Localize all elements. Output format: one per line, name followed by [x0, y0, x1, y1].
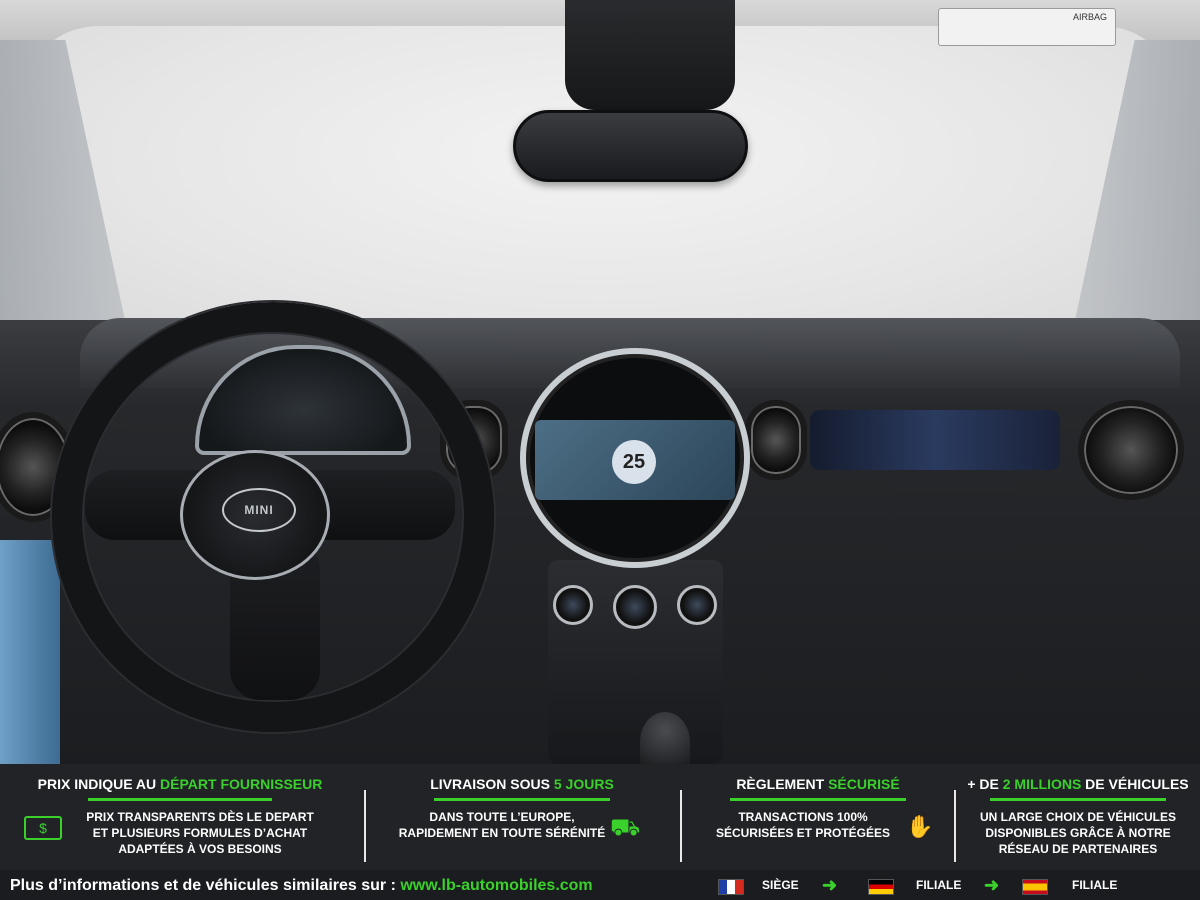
money-icon: $ — [24, 816, 62, 840]
body-line: ADAPTÉES À VOS BESOINS — [118, 842, 282, 856]
title-prefix: + DE — [967, 776, 1003, 792]
rearview-mirror — [513, 110, 748, 182]
body-line: ET PLUSIEURS FORMULES D’ACHAT — [92, 826, 308, 840]
title-highlight: SÉCURISÉ — [828, 776, 900, 792]
car-interior-photo: AIRBAG 25 MINI — [0, 0, 1200, 764]
climate-knob-center — [613, 585, 657, 629]
title-underline — [990, 798, 1166, 801]
handshake-icon: ✋ — [906, 814, 934, 839]
info-bar: PRIX INDIQUE AU DÉPART FOURNISSEUR PRIX … — [0, 764, 1200, 870]
divider — [680, 790, 682, 862]
title-underline — [88, 798, 272, 801]
divider — [954, 790, 956, 862]
body-line: DANS TOUTE L’EUROPE, — [429, 810, 575, 824]
title-prefix: PRIX INDIQUE AU — [37, 776, 161, 792]
info-column-title: + DE 2 MILLIONS DE VÉHICULES — [958, 764, 1198, 792]
mini-logo: MINI — [222, 488, 296, 532]
location-label-filiale-es: FILIALE — [1072, 878, 1118, 892]
dashboard-trim — [810, 410, 1060, 470]
info-column-title: RÈGLEMENT SÉCURISÉ — [688, 764, 948, 792]
footer-info-text: Plus d’informations et de véhicules simi… — [10, 877, 593, 895]
title-underline — [730, 798, 906, 801]
title-prefix: LIVRAISON SOUS — [430, 776, 554, 792]
door-panel — [0, 540, 60, 764]
location-label-siege: SIÈGE — [762, 878, 799, 892]
flag-france-icon — [718, 879, 744, 895]
overhead-console — [565, 0, 735, 110]
airbag-label-text: AIRBAG — [1072, 12, 1107, 22]
title-suffix: DE VÉHICULES — [1081, 776, 1189, 792]
title-highlight: 5 JOURS — [553, 776, 614, 792]
arrow-right-icon: ➜ — [822, 875, 838, 895]
air-vent-center-right — [745, 400, 807, 480]
info-column-title: PRIX INDIQUE AU DÉPART FOURNISSEUR — [10, 764, 350, 792]
body-line: RAPIDEMENT EN TOUTE SÉRÉNITÉ — [398, 826, 606, 840]
info-column-body: UN LARGE CHOIX DE VÉHICULES DISPONIBLES … — [958, 809, 1198, 857]
arrow-right-icon: ➜ — [984, 875, 1000, 895]
info-column-title: LIVRAISON SOUS 5 JOURS — [372, 764, 672, 792]
location-label-filiale-de: FILIALE — [916, 878, 962, 892]
title-highlight: 2 MILLIONS — [1002, 776, 1082, 792]
screen-date-widget: 25 — [612, 440, 656, 484]
info-column-delivery: LIVRAISON SOUS 5 JOURS DANS TOUTE L’EURO… — [372, 764, 672, 870]
footer-strip: Plus d’informations et de véhicules simi… — [0, 870, 1200, 900]
climate-knob-left — [553, 585, 593, 625]
website-link[interactable]: www.lb-automobiles.com — [400, 877, 592, 894]
flag-germany-icon — [868, 879, 894, 895]
title-highlight: DÉPART FOURNISSEUR — [160, 776, 323, 792]
body-line: TRANSACTIONS 100% — [738, 810, 868, 824]
body-line: SÉCURISÉES ET PROTÉGÉES — [715, 826, 891, 840]
air-vent-right — [1078, 400, 1184, 500]
body-line: DISPONIBLES GRÂCE À NOTRE — [985, 826, 1171, 840]
climate-knob-right — [677, 585, 717, 625]
info-column-price: PRIX INDIQUE AU DÉPART FOURNISSEUR PRIX … — [10, 764, 350, 870]
gear-shifter — [640, 712, 690, 764]
footer-text-prefix: Plus d’informations et de véhicules simi… — [10, 877, 401, 894]
title-underline — [434, 798, 610, 801]
body-line: PRIX TRANSPARENTS DÈS LE DEPART — [86, 810, 314, 824]
climate-controls — [553, 585, 718, 630]
airbag-warning-label: AIRBAG — [938, 8, 1116, 46]
body-line: UN LARGE CHOIX DE VÉHICULES — [979, 810, 1177, 824]
flag-spain-icon — [1022, 879, 1048, 895]
divider — [364, 790, 366, 862]
title-prefix: RÈGLEMENT — [736, 776, 829, 792]
info-column-payment: RÈGLEMENT SÉCURISÉ TRANSACTIONS 100% SÉC… — [688, 764, 948, 870]
info-column-vehicles: + DE 2 MILLIONS DE VÉHICULES UN LARGE CH… — [958, 764, 1198, 870]
truck-icon: ⛟ — [610, 814, 641, 841]
body-line: RÉSEAU DE PARTENAIRES — [998, 842, 1158, 856]
